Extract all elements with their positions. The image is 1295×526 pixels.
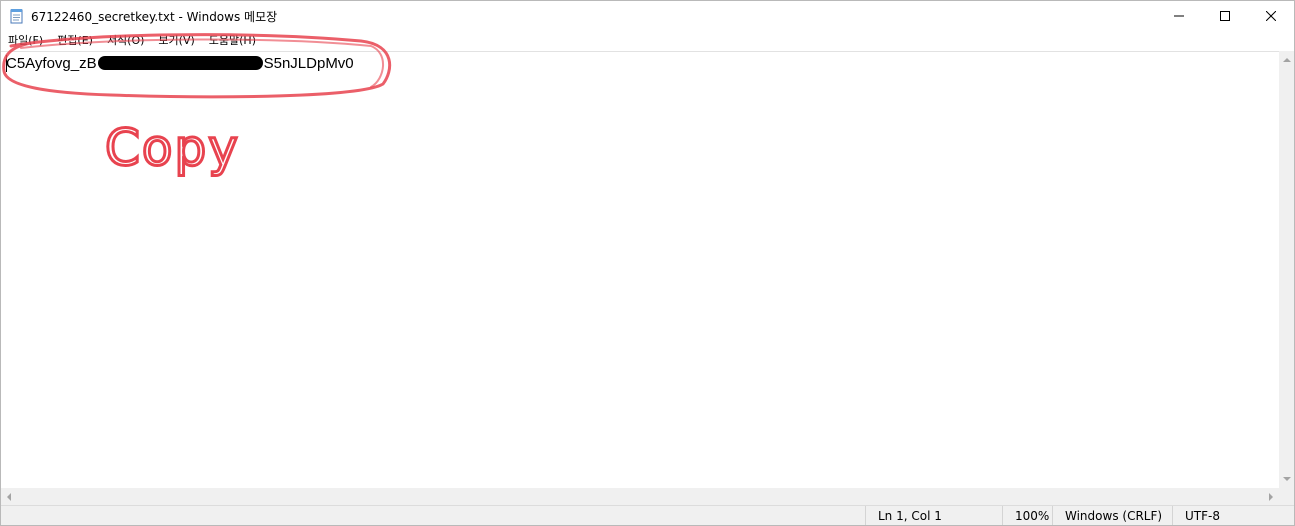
window-controls [1156,1,1294,31]
status-bar: Ln 1, Col 1 100% Windows (CRLF) UTF-8 [1,505,1294,525]
status-line-ending: Windows (CRLF) [1052,506,1172,525]
menu-help[interactable]: 도움말(H) [202,31,263,51]
status-zoom: 100% [1002,506,1052,525]
secret-key-start: C5Ayfovg_zB [6,55,97,72]
close-icon [1266,11,1276,21]
maximize-button[interactable] [1202,1,1248,31]
minimize-button[interactable] [1156,1,1202,31]
window-title: 67122460_secretkey.txt - Windows 메모장 [31,9,278,24]
menu-view[interactable]: 보기(V) [151,31,201,51]
title-bar[interactable]: 67122460_secretkey.txt - Windows 메모장 [1,1,1294,31]
scroll-down-icon[interactable] [1283,477,1291,481]
scroll-corner [1279,488,1294,505]
horizontal-scrollbar[interactable] [1,488,1279,505]
scroll-right-icon[interactable] [1269,493,1273,501]
scroll-up-icon[interactable] [1283,58,1291,62]
minimize-icon [1174,15,1184,17]
maximize-icon [1220,11,1230,21]
scroll-left-icon[interactable] [7,493,11,501]
close-button[interactable] [1248,1,1294,31]
menu-format[interactable]: 서식(O) [100,31,151,51]
redacted-block [97,56,263,70]
text-editor[interactable]: C5Ayfovg_zB S5nJLDpMv0 [1,51,1279,489]
notepad-icon [10,9,23,24]
menu-edit[interactable]: 편집(E) [50,31,100,51]
vertical-scrollbar[interactable] [1279,51,1294,488]
notepad-window: 67122460_secretkey.txt - Windows 메모장 파일(… [0,0,1295,526]
status-position: Ln 1, Col 1 [865,506,1002,525]
status-encoding: UTF-8 [1172,506,1294,525]
secret-key-end: S5nJLDpMv0 [263,55,354,72]
secret-key-line[interactable]: C5Ayfovg_zB S5nJLDpMv0 [6,54,354,74]
menu-bar: 파일(F) 편집(E) 서식(O) 보기(V) 도움말(H) [1,31,1294,51]
menu-file[interactable]: 파일(F) [1,31,50,51]
